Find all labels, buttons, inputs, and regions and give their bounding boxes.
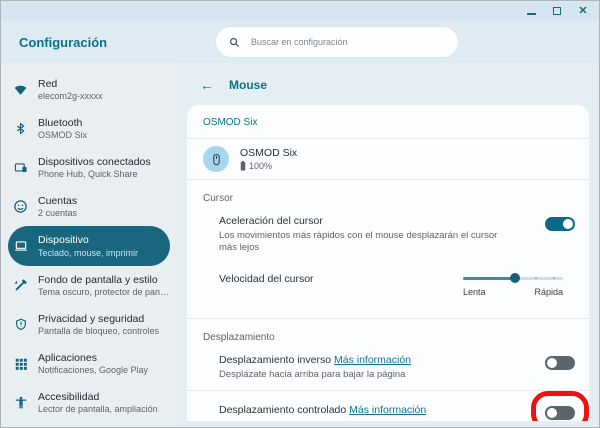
- inverse-scrolling-toggle[interactable]: [545, 356, 575, 370]
- sidebar-item-red[interactable]: Red elecom2g-xxxxx: [1, 70, 177, 109]
- inverse-scrolling-row: Desplazamiento inverso Más información D…: [187, 345, 589, 391]
- bluetooth-icon: [12, 120, 29, 137]
- accounts-icon: [12, 198, 29, 215]
- slider-label-fast: Rápida: [534, 287, 563, 297]
- app-title: Configuración: [19, 35, 107, 50]
- wallpaper-style-icon: [12, 277, 29, 294]
- cursor-speed-slider[interactable]: Lenta Rápida: [463, 277, 563, 297]
- sidebar-item-wallpaper[interactable]: Fondo de pantalla y estilo Tema oscuro, …: [1, 266, 177, 305]
- device-name: OSMOD Six: [240, 147, 297, 159]
- sidebar-item-accounts[interactable]: Cuentas 2 cuentas: [1, 187, 177, 226]
- cursor-acceleration-toggle[interactable]: [545, 217, 575, 231]
- sidebar-item-connected-devices[interactable]: Dispositivos conectados Phone Hub, Quick…: [1, 148, 177, 187]
- cursor-section: Cursor Aceleración del cursor Los movimi…: [187, 180, 589, 306]
- cursor-acceleration-row: Aceleración del cursor Los movimientos m…: [187, 206, 589, 264]
- cursor-acceleration-title: Aceleración del cursor: [219, 215, 499, 227]
- sidebar-item-bluetooth[interactable]: Bluetooth OSMOD Six: [1, 109, 177, 148]
- wifi-icon: [12, 81, 29, 98]
- connected-devices-icon: [12, 159, 29, 176]
- battery-percent: 100%: [249, 161, 272, 171]
- battery-icon: [240, 161, 246, 171]
- back-arrow-icon[interactable]: ←: [200, 78, 214, 92]
- apps-grid-icon: [12, 355, 29, 372]
- mouse-device-icon: [203, 146, 229, 172]
- laptop-icon: [12, 238, 29, 255]
- slider-track[interactable]: [463, 277, 563, 280]
- maximize-icon[interactable]: [551, 5, 563, 17]
- app-header: Configuración Buscar en configuración: [1, 21, 599, 63]
- main-content: ← Mouse OSMOD Six OSMOD Six 100%: [177, 63, 599, 427]
- search-placeholder: Buscar en configuración: [251, 37, 348, 47]
- mouse-settings-card: OSMOD Six OSMOD Six 100% Cur: [187, 105, 589, 421]
- controlled-scrolling-toggle[interactable]: [545, 406, 575, 420]
- device-row[interactable]: OSMOD Six 100%: [187, 139, 589, 180]
- slider-label-slow: Lenta: [463, 287, 486, 297]
- inverse-scrolling-title: Desplazamiento inverso Más información: [219, 354, 411, 366]
- scrolling-section-label: Desplazamiento: [187, 319, 589, 345]
- search-input[interactable]: Buscar en configuración: [216, 27, 458, 57]
- page-title: Mouse: [229, 78, 267, 92]
- sidebar-item-apps[interactable]: Aplicaciones Notificaciones, Google Play: [1, 344, 177, 383]
- sidebar-item-accessibility[interactable]: Accesibilidad Lector de pantalla, amplia…: [1, 383, 177, 422]
- cursor-acceleration-subtitle: Los movimientos más rápidos con el mouse…: [219, 230, 499, 255]
- titlebar: ✕: [1, 1, 599, 21]
- settings-window: ✕ Configuración Buscar en configuración …: [0, 0, 600, 428]
- controlled-scrolling-title: Desplazamiento controlado Más informació…: [219, 404, 426, 416]
- cursor-section-label: Cursor: [187, 180, 589, 206]
- cursor-speed-row: Velocidad del cursor Lenta Rápida: [187, 264, 589, 306]
- close-icon[interactable]: ✕: [577, 5, 589, 17]
- scrolling-section: Desplazamiento Desplazamiento inverso Má…: [187, 318, 589, 421]
- slider-knob[interactable]: [510, 273, 520, 283]
- sidebar-item-device[interactable]: Dispositivo Teclado, mouse, imprimir: [8, 226, 170, 266]
- card-section-title: OSMOD Six: [187, 105, 589, 139]
- sidebar-item-privacy[interactable]: Privacidad y seguridad Pantalla de bloqu…: [1, 305, 177, 344]
- cursor-speed-title: Velocidad del cursor: [219, 273, 314, 285]
- minimize-icon[interactable]: [525, 5, 537, 17]
- inverse-scrolling-subtitle: Desplázate hacia arriba para bajar la pá…: [219, 369, 411, 381]
- controlled-scrolling-more-link[interactable]: Más información: [349, 404, 426, 416]
- search-icon: [229, 37, 240, 48]
- inverse-scrolling-more-link[interactable]: Más información: [334, 354, 411, 366]
- controlled-scrolling-row: Desplazamiento controlado Más informació…: [187, 391, 589, 421]
- shield-icon: [12, 316, 29, 333]
- sidebar: Red elecom2g-xxxxx Bluetooth OSMOD Six: [1, 63, 177, 427]
- accessibility-icon: [12, 394, 29, 411]
